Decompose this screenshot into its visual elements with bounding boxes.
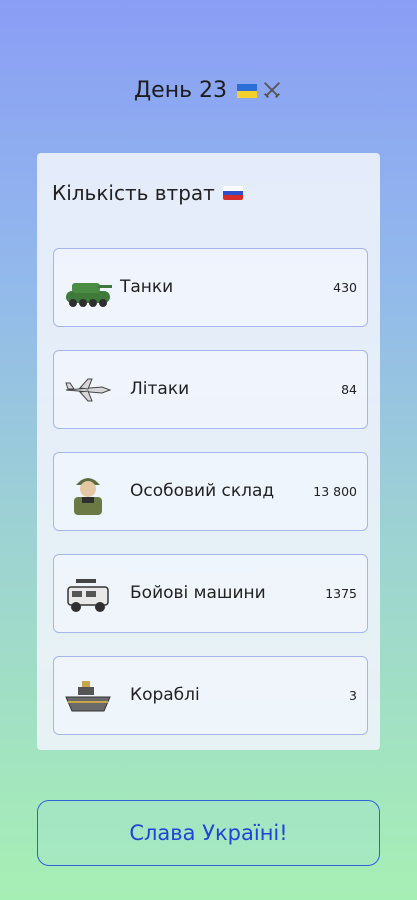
loss-card-vehicles[interactable]: Бойові машини 1375 <box>53 554 368 633</box>
loss-label: Літаки <box>130 379 190 399</box>
loss-value: 3 <box>349 688 357 703</box>
loss-label: Кораблі <box>130 685 200 705</box>
day-header: День 23 <box>0 78 417 103</box>
losses-panel: Кількість втрат Танки 430 Літаки 84 Особ… <box>37 153 380 750</box>
loss-label: Танки <box>120 277 174 297</box>
loss-card-ships[interactable]: Кораблі 3 <box>53 656 368 735</box>
loss-label: Особовий склад <box>130 481 275 501</box>
loss-card-planes[interactable]: Літаки 84 <box>53 350 368 429</box>
losses-title: Кількість втрат <box>52 181 243 205</box>
loss-label: Бойові машини <box>130 583 266 603</box>
losses-title-text: Кількість втрат <box>52 181 215 205</box>
ship-icon <box>65 681 111 712</box>
loss-card-personnel[interactable]: Особовий склад 13 800 <box>53 452 368 531</box>
soldier-icon <box>74 478 102 515</box>
loss-value: 84 <box>341 382 357 397</box>
crossed-swords-icon <box>264 81 281 98</box>
ukraine-flag-icon <box>237 83 258 98</box>
loss-value: 430 <box>333 280 357 295</box>
loss-value: 13 800 <box>313 484 357 499</box>
loss-card-tanks[interactable]: Танки 430 <box>53 248 368 327</box>
day-title: День 23 <box>133 78 228 103</box>
tank-icon <box>66 283 112 307</box>
airplane-icon <box>65 378 112 402</box>
russia-flag-icon <box>222 186 243 200</box>
glory-button[interactable]: Слава Україні! <box>37 800 380 866</box>
armored-vehicle-icon <box>67 579 109 612</box>
loss-value: 1375 <box>325 586 357 601</box>
